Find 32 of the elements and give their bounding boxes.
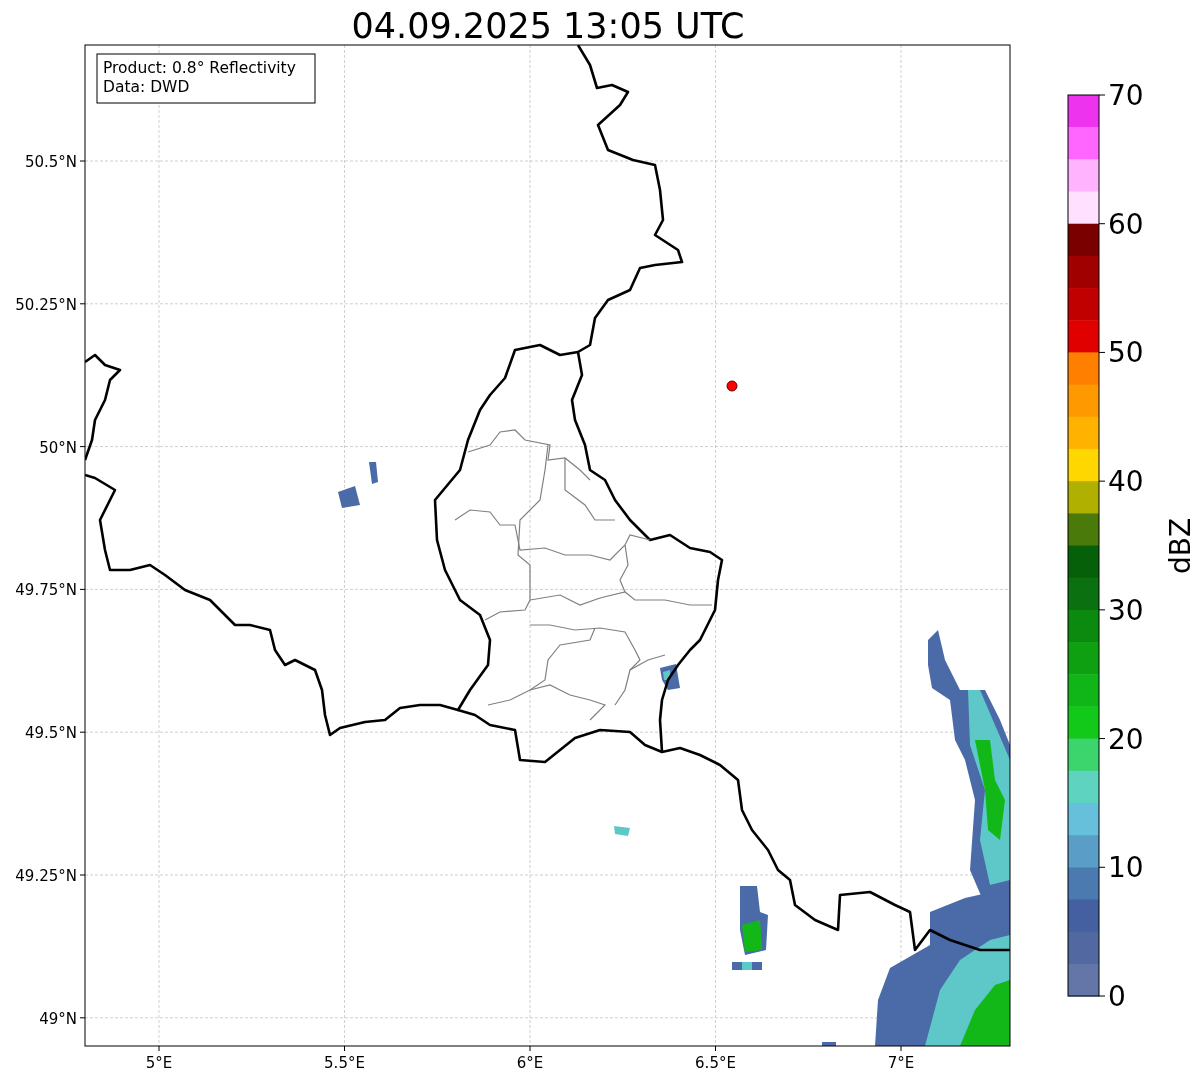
info-text: Data: DWD: [103, 78, 190, 96]
colorbar-tick-label: 0: [1108, 980, 1126, 1013]
info-text: Product: 0.8° Reflectivity: [103, 59, 296, 77]
colorbar-tick-label: 30: [1108, 593, 1144, 627]
latitude-label: 49°N: [39, 1009, 77, 1028]
tick-mark: [1098, 609, 1106, 611]
latitude-label: 50.25°N: [15, 295, 77, 314]
colorbar-tick-label: 70: [1108, 79, 1144, 112]
latitude-label: 49.75°N: [15, 581, 77, 600]
latitude-label: 50.5°N: [24, 153, 77, 171]
tick-mark: [1098, 223, 1106, 225]
longitude-label: 7°E: [887, 1054, 915, 1072]
colorbar-tick-label: 50: [1108, 336, 1144, 370]
tick-mark: [1098, 480, 1106, 482]
tick-mark: [1098, 351, 1106, 353]
tick-mark: [1098, 738, 1106, 740]
latitude-label: 50°N: [39, 438, 77, 457]
latitude-label: 49.25°N: [15, 867, 77, 885]
longitude-label: 5°E: [145, 1054, 173, 1072]
tick-mark: [1098, 866, 1106, 868]
longitude-label: 5.5°E: [324, 1054, 365, 1072]
colorbar-tick-label: 20: [1108, 722, 1144, 756]
colorbar-label: dBZ: [1164, 517, 1197, 575]
colorbar-tick-label: 60: [1108, 207, 1144, 241]
colorbar-tick-label: 10: [1108, 851, 1144, 885]
longitude-label: 6°E: [516, 1054, 544, 1072]
colorbar-tick-label: 40: [1108, 465, 1144, 499]
chart-title: 04.09.2025 13:05 UTC: [351, 6, 745, 46]
tick-mark: [1098, 94, 1106, 96]
latitude-label: 49.5°N: [24, 724, 77, 743]
longitude-label: 6.5°E: [695, 1054, 736, 1072]
tick-mark: [1098, 995, 1106, 997]
